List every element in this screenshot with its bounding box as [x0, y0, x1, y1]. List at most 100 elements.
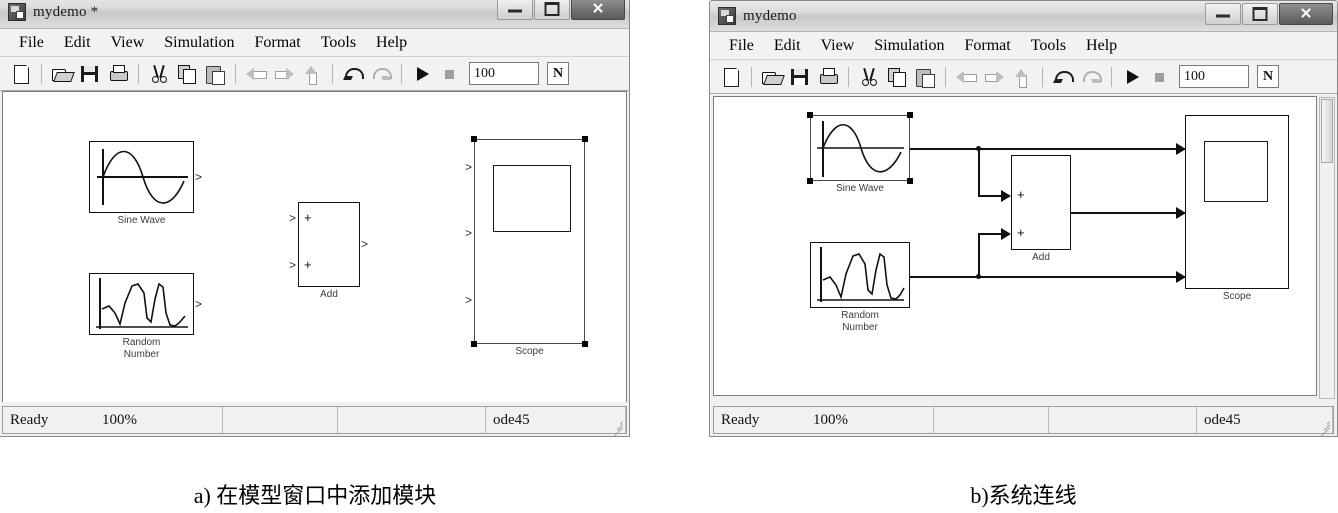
- cut-icon[interactable]: [856, 65, 882, 89]
- menu-tools[interactable]: Tools: [1021, 37, 1076, 55]
- block-add-a[interactable]: > > + + > Add: [289, 202, 368, 300]
- simulink-model-icon: [8, 3, 26, 21]
- back-icon[interactable]: [953, 65, 979, 89]
- menu-simulation[interactable]: Simulation: [154, 34, 244, 52]
- close-icon: ✕: [1299, 5, 1313, 23]
- resize-handle-tr[interactable]: [582, 136, 588, 142]
- copy-icon[interactable]: [884, 65, 910, 89]
- block-label: Add: [320, 289, 338, 300]
- menu-edit[interactable]: Edit: [54, 34, 101, 52]
- save-icon[interactable]: [77, 62, 103, 86]
- block-sine-wave-a[interactable]: > Sine Wave: [89, 141, 202, 226]
- block-random-number-b[interactable]: Random Number: [810, 242, 910, 333]
- minimize-button-a[interactable]: [497, 0, 533, 20]
- status-solver: ode45: [486, 407, 626, 433]
- close-button-a[interactable]: ✕: [571, 0, 625, 20]
- stop-simulation-icon[interactable]: [1147, 65, 1173, 89]
- minimize-icon: [508, 9, 522, 13]
- resize-grip-a[interactable]: [609, 416, 624, 437]
- simulation-mode-select[interactable]: N: [547, 62, 569, 85]
- block-add-b[interactable]: + + Add: [1011, 155, 1071, 263]
- wire-sine-to-scope[interactable]: [910, 148, 1185, 150]
- menu-edit[interactable]: Edit: [764, 37, 811, 55]
- start-simulation-icon[interactable]: [409, 62, 435, 86]
- undo-icon[interactable]: [1050, 65, 1076, 89]
- up-level-icon[interactable]: [299, 62, 325, 86]
- minimize-button-b[interactable]: [1205, 3, 1241, 25]
- resize-handle-tl[interactable]: [471, 136, 477, 142]
- selection-edge-bottom: [474, 342, 585, 344]
- menu-file[interactable]: File: [9, 34, 54, 52]
- menu-file[interactable]: File: [719, 37, 764, 55]
- stop-time-input[interactable]: 100: [1179, 65, 1249, 88]
- block-sine-wave-b[interactable]: Sine Wave: [807, 112, 913, 194]
- menu-help[interactable]: Help: [366, 34, 417, 52]
- menu-help[interactable]: Help: [1076, 37, 1127, 55]
- menu-view[interactable]: View: [101, 34, 155, 52]
- input-port-3: >: [465, 293, 473, 307]
- stop-time-input[interactable]: 100: [469, 62, 539, 85]
- scope-screen: [493, 165, 571, 232]
- paste-icon[interactable]: [202, 62, 228, 86]
- redo-icon[interactable]: [1078, 65, 1104, 89]
- start-simulation-icon[interactable]: [1119, 65, 1145, 89]
- status-zoom: 100%: [806, 407, 934, 433]
- simulink-window-a[interactable]: mydemo * ✕ File Edit View Simulation For…: [0, 0, 630, 437]
- open-model-icon[interactable]: [49, 62, 75, 86]
- forward-icon[interactable]: [981, 65, 1007, 89]
- menu-format[interactable]: Format: [955, 37, 1021, 55]
- canvas-vertical-scrollbar[interactable]: [1319, 97, 1335, 399]
- save-icon[interactable]: [787, 65, 813, 89]
- simulation-mode-select[interactable]: N: [1257, 65, 1279, 88]
- titlebar-a[interactable]: mydemo * ✕: [0, 0, 629, 29]
- new-model-icon[interactable]: [718, 65, 744, 89]
- menu-format[interactable]: Format: [245, 34, 311, 52]
- forward-icon[interactable]: [271, 62, 297, 86]
- open-model-icon[interactable]: [759, 65, 785, 89]
- copy-icon[interactable]: [174, 62, 200, 86]
- new-model-icon[interactable]: [8, 62, 34, 86]
- wire-add-to-scope[interactable]: [1071, 212, 1185, 214]
- paste-icon[interactable]: [912, 65, 938, 89]
- input-port-1: >: [289, 211, 297, 225]
- close-button-b[interactable]: ✕: [1279, 3, 1333, 25]
- resize-grip-b[interactable]: [1316, 416, 1331, 437]
- block-scope-a[interactable]: > > > Scope: [465, 136, 588, 357]
- block-random-number-a[interactable]: > Random Number: [89, 273, 202, 360]
- maximize-icon: [1252, 7, 1268, 21]
- menu-simulation[interactable]: Simulation: [864, 37, 954, 55]
- block-label: Scope: [515, 346, 544, 357]
- scrollbar-thumb[interactable]: [1321, 99, 1333, 163]
- maximize-button-b[interactable]: [1242, 3, 1278, 25]
- resize-handle-tr[interactable]: [907, 112, 913, 118]
- menu-view[interactable]: View: [811, 37, 865, 55]
- stop-simulation-icon[interactable]: [437, 62, 463, 86]
- toolbar-separator: [1111, 66, 1112, 87]
- toolbar-separator: [138, 63, 139, 84]
- menu-tools[interactable]: Tools: [311, 34, 366, 52]
- block-scope-b[interactable]: Scope: [1185, 115, 1289, 302]
- print-icon[interactable]: [105, 62, 131, 86]
- menubar-b: File Edit View Simulation Format Tools H…: [710, 32, 1337, 60]
- maximize-button-a[interactable]: [534, 0, 570, 20]
- wire-random-to-scope[interactable]: [910, 276, 1185, 278]
- toolbar-separator: [848, 66, 849, 87]
- titlebar-b[interactable]: mydemo ✕: [710, 1, 1337, 32]
- back-icon[interactable]: [243, 62, 269, 86]
- output-port: >: [195, 297, 203, 311]
- resize-handle-tl[interactable]: [807, 112, 813, 118]
- print-icon[interactable]: [815, 65, 841, 89]
- cut-icon[interactable]: [146, 62, 172, 86]
- close-icon: ✕: [591, 0, 605, 18]
- simulink-window-b[interactable]: mydemo ✕ File Edit View Simulation Forma…: [709, 0, 1338, 437]
- undo-icon[interactable]: [340, 62, 366, 86]
- model-canvas-a[interactable]: > Sine Wave > Random Number > > + + > Ad…: [2, 91, 627, 402]
- up-level-icon[interactable]: [1009, 65, 1035, 89]
- model-canvas-b[interactable]: Sine Wave Random Number + + Add Scope: [713, 96, 1317, 396]
- caption-buttons-a: ✕: [497, 0, 625, 20]
- wire-random-branch-up[interactable]: [978, 233, 980, 276]
- wire-sine-branch-down[interactable]: [978, 148, 980, 196]
- menubar-a: File Edit View Simulation Format Tools H…: [0, 29, 629, 57]
- redo-icon[interactable]: [368, 62, 394, 86]
- sign-1: +: [1017, 187, 1025, 202]
